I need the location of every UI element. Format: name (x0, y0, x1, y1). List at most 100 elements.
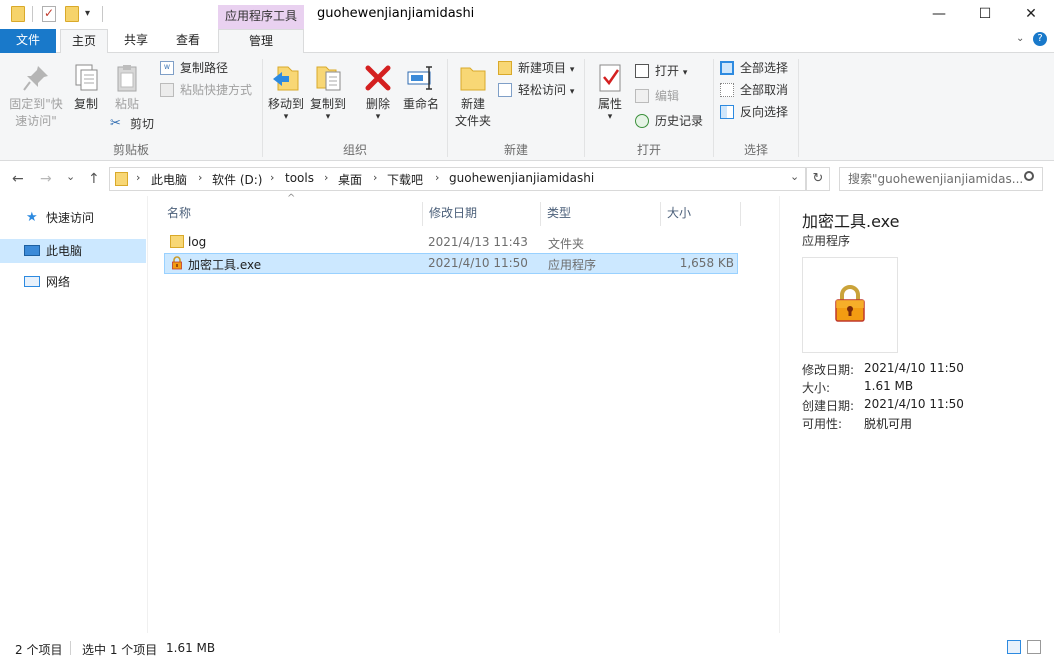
easy-access-button[interactable]: 轻松访问 ▾ (498, 80, 574, 100)
file-type: 应用程序 (548, 256, 596, 273)
details-value-created: 2021/4/10 11:50 (864, 397, 964, 411)
close-button[interactable]: ✕ (1008, 0, 1054, 29)
ribbon-expand-icon[interactable]: ⌄ (1016, 33, 1024, 44)
delete-dropdown-icon: ▾ (360, 113, 396, 122)
pin-label-line2: 速访问" (4, 113, 68, 130)
open-label: 打开 (655, 64, 679, 78)
column-header-name[interactable]: 名称 (161, 202, 423, 226)
recent-locations-button[interactable]: ⌄ (66, 170, 75, 183)
properties-dropdown-icon: ▾ (592, 113, 628, 122)
search-input[interactable]: 搜索"guohewenjianjiamidas... (839, 167, 1043, 191)
move-to-dropdown-icon: ▾ (266, 113, 306, 122)
nav-quick-access[interactable]: ★ 快速访问 (0, 206, 146, 230)
properties-button[interactable]: 属性 ▾ (592, 62, 628, 122)
easy-access-dropdown-icon: ▾ (570, 87, 575, 97)
nav-this-pc[interactable]: 此电脑 (0, 239, 146, 263)
status-selected-count: 选中 1 个项目 (82, 641, 157, 658)
cut-button[interactable]: ✂ 剪切 (110, 114, 154, 134)
tab-manage[interactable]: 管理 (218, 29, 304, 54)
file-modified: 2021/4/10 11:50 (428, 256, 528, 270)
column-header-type[interactable]: 类型 (541, 202, 661, 226)
new-folder-quick-icon[interactable] (65, 6, 79, 22)
search-icon (1024, 171, 1034, 181)
move-to-button[interactable]: 移动到 ▾ (266, 62, 306, 122)
column-header-modified[interactable]: 修改日期 (423, 202, 541, 226)
address-dropdown-button[interactable]: ⌄ (790, 170, 799, 183)
new-folder-label-line2: 文件夹 (452, 113, 494, 130)
delete-button[interactable]: 删除 ▾ (360, 62, 396, 122)
paste-button[interactable]: 粘贴 (108, 62, 146, 113)
tab-view[interactable]: 查看 (166, 29, 210, 53)
copy-path-label: 复制路径 (180, 61, 228, 75)
move-to-label: 移动到 (266, 96, 306, 113)
paste-shortcut-icon (160, 83, 174, 97)
breadcrumb-current-folder[interactable]: guohewenjianjiamidashi (449, 171, 594, 185)
history-button[interactable]: 历史记录 (635, 111, 703, 131)
details-subtitle: 应用程序 (802, 232, 850, 249)
organize-group-label: 组织 (263, 141, 447, 158)
rename-icon (405, 62, 437, 94)
divider (102, 6, 103, 22)
open-button[interactable]: 打开 ▾ (635, 61, 687, 81)
copy-to-button[interactable]: 复制到 ▾ (308, 62, 348, 122)
copy-to-icon (312, 62, 344, 94)
quick-access-dropdown-icon[interactable]: ▾ (85, 8, 90, 19)
copy-button[interactable]: 复制 (68, 62, 104, 113)
properties-quick-icon[interactable]: ✓ (42, 6, 56, 22)
select-all-button[interactable]: 全部选择 (720, 58, 788, 78)
breadcrumb-desktop[interactable]: 桌面 (338, 171, 362, 188)
forward-button[interactable]: → (40, 171, 52, 187)
details-title: 加密工具.exe (802, 208, 899, 232)
new-folder-button[interactable]: 新建 文件夹 (452, 62, 494, 130)
nav-this-pc-label: 此电脑 (46, 244, 82, 258)
help-icon[interactable]: ? (1033, 32, 1047, 46)
details-label-availability: 可用性: (802, 415, 842, 432)
computer-icon (24, 245, 40, 256)
tab-file[interactable]: 文件 (0, 29, 56, 53)
tab-share[interactable]: 共享 (114, 29, 158, 53)
breadcrumb-this-pc[interactable]: 此电脑 (151, 171, 187, 188)
breadcrumb-separator: › (198, 171, 202, 184)
new-folder-label-line1: 新建 (452, 96, 494, 113)
properties-icon (594, 62, 626, 94)
tab-home[interactable]: 主页 (60, 29, 108, 54)
history-label: 历史记录 (655, 114, 703, 128)
paste-icon (111, 62, 143, 94)
history-icon (635, 114, 649, 128)
pin-quick-access-button[interactable]: 固定到"快 速访问" (4, 62, 68, 130)
back-button[interactable]: ← (12, 171, 24, 187)
divider (779, 196, 780, 633)
new-item-icon (498, 61, 512, 75)
maximize-button[interactable]: ☐ (962, 0, 1008, 29)
paste-shortcut-button[interactable]: 粘贴快捷方式 (160, 80, 252, 100)
status-item-count: 2 个项目 (15, 641, 62, 658)
invert-selection-button[interactable]: 反向选择 (720, 102, 788, 122)
nav-network[interactable]: 网络 (0, 270, 146, 294)
clipboard-group-label: 剪贴板 (0, 141, 262, 158)
refresh-button[interactable]: ↻ (806, 167, 830, 191)
details-view-icon[interactable] (1007, 640, 1021, 654)
column-header-size[interactable]: 大小 (661, 202, 741, 226)
select-none-icon (720, 83, 734, 97)
breadcrumb-separator: › (136, 171, 140, 184)
breadcrumb-tools[interactable]: tools (285, 171, 314, 185)
star-icon: ★ (26, 206, 38, 230)
new-folder-icon (457, 62, 489, 94)
copy-path-button[interactable]: W 复制路径 (160, 58, 228, 78)
new-item-button[interactable]: 新建项目 ▾ (498, 58, 574, 78)
large-icons-view-icon[interactable] (1027, 640, 1041, 654)
breadcrumb-xiazaiba[interactable]: 下载吧 (387, 171, 423, 188)
minimize-button[interactable]: — (916, 0, 962, 29)
select-none-button[interactable]: 全部取消 (720, 80, 788, 100)
up-button[interactable]: ↑ (88, 171, 100, 187)
rename-button[interactable]: 重命名 (400, 62, 442, 113)
easy-access-icon (498, 83, 512, 97)
file-row-selected[interactable]: 加密工具.exe 2021/4/10 11:50 应用程序 1,658 KB (164, 253, 738, 274)
edit-button[interactable]: 编辑 (635, 86, 679, 106)
select-none-label: 全部取消 (740, 83, 788, 97)
paste-label: 粘贴 (108, 96, 146, 113)
file-row[interactable]: log 2021/4/13 11:43 文件夹 (164, 232, 738, 253)
move-to-icon (270, 62, 302, 94)
breadcrumb-drive-d[interactable]: 软件 (D:) (212, 171, 262, 188)
edit-label: 编辑 (655, 89, 679, 103)
